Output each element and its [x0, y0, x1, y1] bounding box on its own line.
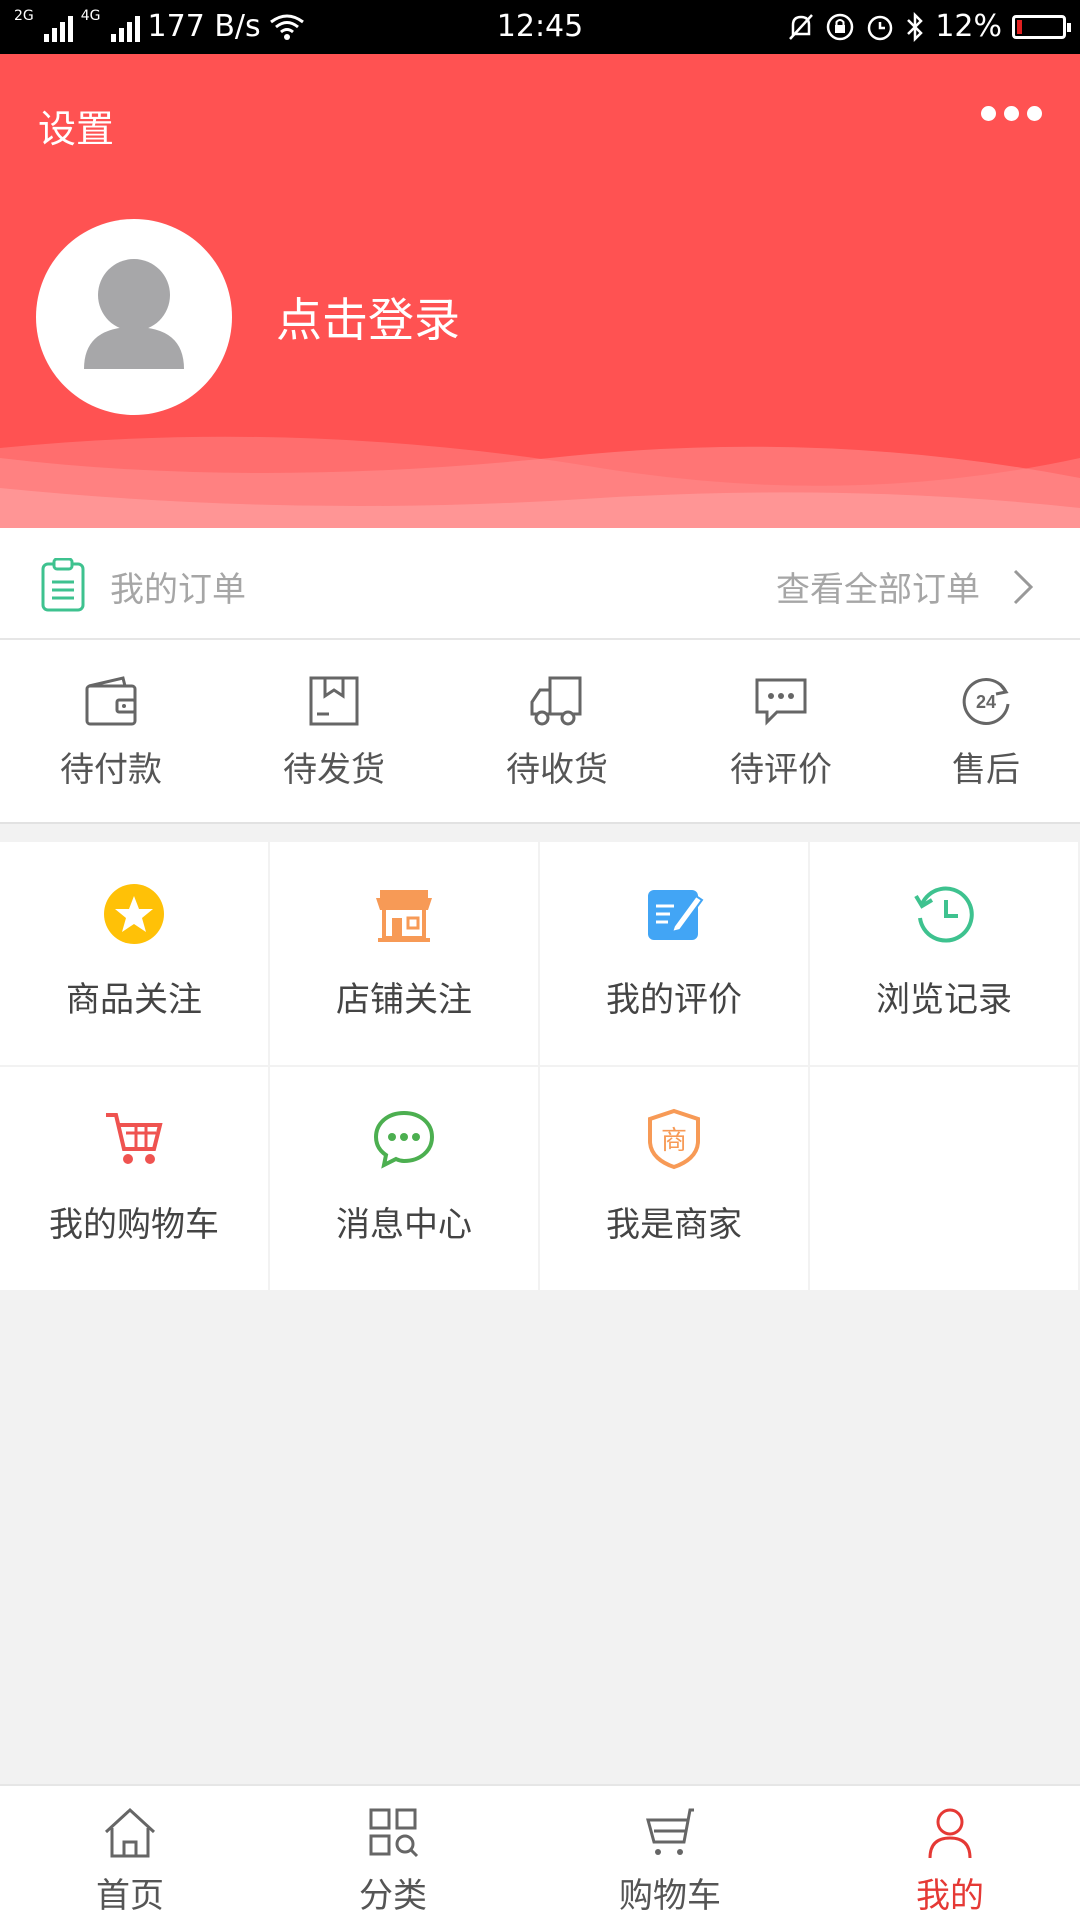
more-dot-icon: [1004, 106, 1019, 121]
default-user-icon: [84, 259, 184, 369]
tab-cart[interactable]: 购物车: [590, 1806, 750, 1917]
battery-icon: [1012, 14, 1071, 39]
grid-item-merchant[interactable]: 商 我是商家: [540, 1067, 808, 1290]
settings-button[interactable]: 设置: [38, 98, 114, 153]
tab-label: 首页: [96, 1876, 164, 1916]
grid-item-product-follow[interactable]: 商品关注: [0, 842, 268, 1065]
my-orders-title: 我的订单: [110, 570, 246, 610]
tab-home[interactable]: 首页: [50, 1806, 210, 1917]
chevron-right-icon: [1013, 569, 1034, 605]
order-status-pending-receipt[interactable]: 待收货: [477, 674, 637, 791]
tab-category[interactable]: 分类: [313, 1806, 473, 1917]
view-all-orders-link[interactable]: 查看全部订单: [776, 562, 980, 611]
tab-label: 购物车: [619, 1876, 721, 1916]
tab-mine[interactable]: 我的: [870, 1806, 1030, 1917]
avatar[interactable]: [36, 219, 232, 415]
order-status-pending-shipment[interactable]: 待发货: [254, 674, 414, 791]
order-status-after-sales[interactable]: 24 售后: [906, 674, 1066, 791]
grid-item-label: 我的评价: [606, 980, 742, 1020]
order-status-row: 待付款 待发货 待收货 待评价 24 售后: [0, 640, 1080, 824]
message-icon: [373, 1110, 435, 1169]
grid-item-label: 店铺关注: [336, 980, 472, 1020]
order-status-label: 售后: [952, 750, 1020, 790]
bluetooth-icon: [907, 11, 924, 42]
order-status-pending-review[interactable]: 待评价: [701, 674, 861, 791]
cart-icon: [646, 1808, 694, 1855]
alarm-icon: [868, 15, 893, 40]
more-dot-icon: [981, 106, 996, 121]
grid-item-my-reviews[interactable]: 我的评价: [540, 842, 808, 1065]
more-dot-icon: [1027, 106, 1042, 121]
cart-icon: [106, 1113, 163, 1164]
order-status-label: 待发货: [283, 750, 385, 790]
my-orders-row[interactable]: 我的订单 查看全部订单: [0, 528, 1080, 640]
store-icon: [376, 890, 432, 942]
more-menu-button[interactable]: [981, 106, 1042, 121]
grid-item-label: 我的购物车: [49, 1205, 219, 1245]
wallet-icon: [85, 676, 137, 726]
grid-item-label: 浏览记录: [876, 980, 1012, 1020]
rotation-lock-icon: [827, 13, 854, 40]
grid-item-label: 商品关注: [66, 980, 202, 1020]
package-icon: [309, 676, 359, 726]
bottom-tab-bar: 首页 分类 购物车 我的: [0, 1784, 1080, 1922]
home-icon: [104, 1807, 156, 1858]
clipboard-icon: [41, 558, 85, 612]
tab-label: 我的: [916, 1876, 984, 1916]
category-icon: [369, 1808, 419, 1858]
merchant-badge-icon: 商: [648, 1108, 700, 1170]
history-icon: [914, 886, 974, 943]
user-icon: [928, 1808, 972, 1859]
header-wave-decoration: [0, 436, 1080, 528]
order-status-label: 待收货: [506, 750, 608, 790]
order-status-pending-payment[interactable]: 待付款: [31, 674, 191, 791]
star-icon: [104, 884, 164, 944]
grid-item-message-center[interactable]: 消息中心: [270, 1067, 538, 1290]
edit-icon: [648, 890, 704, 940]
grid-item-label: 消息中心: [336, 1205, 472, 1245]
order-status-label: 待付款: [60, 750, 162, 790]
profile-header: 设置 点击登录: [0, 54, 1080, 528]
comment-icon: [755, 678, 807, 726]
mute-bell-icon: [789, 13, 814, 40]
service-24h-icon: 24: [962, 678, 1010, 725]
battery-percent: 12%: [935, 9, 1002, 44]
order-status-label: 待评价: [730, 750, 832, 790]
tab-label: 分类: [359, 1876, 427, 1916]
status-bar: 2G 4G 177 B/s 12:45 12%: [0, 0, 1080, 54]
grid-item-label: 我是商家: [606, 1205, 742, 1245]
grid-item-browse-history[interactable]: 浏览记录: [810, 842, 1078, 1065]
grid-empty-cell: [810, 1067, 1078, 1290]
battery-level: [1017, 19, 1022, 34]
grid-item-store-follow[interactable]: 店铺关注: [270, 842, 538, 1065]
grid-item-my-cart[interactable]: 我的购物车: [0, 1067, 268, 1290]
merchant-badge-text: 商: [661, 1126, 687, 1156]
login-link[interactable]: 点击登录: [276, 284, 460, 350]
svg-text:24: 24: [976, 692, 996, 712]
truck-icon: [530, 676, 582, 726]
